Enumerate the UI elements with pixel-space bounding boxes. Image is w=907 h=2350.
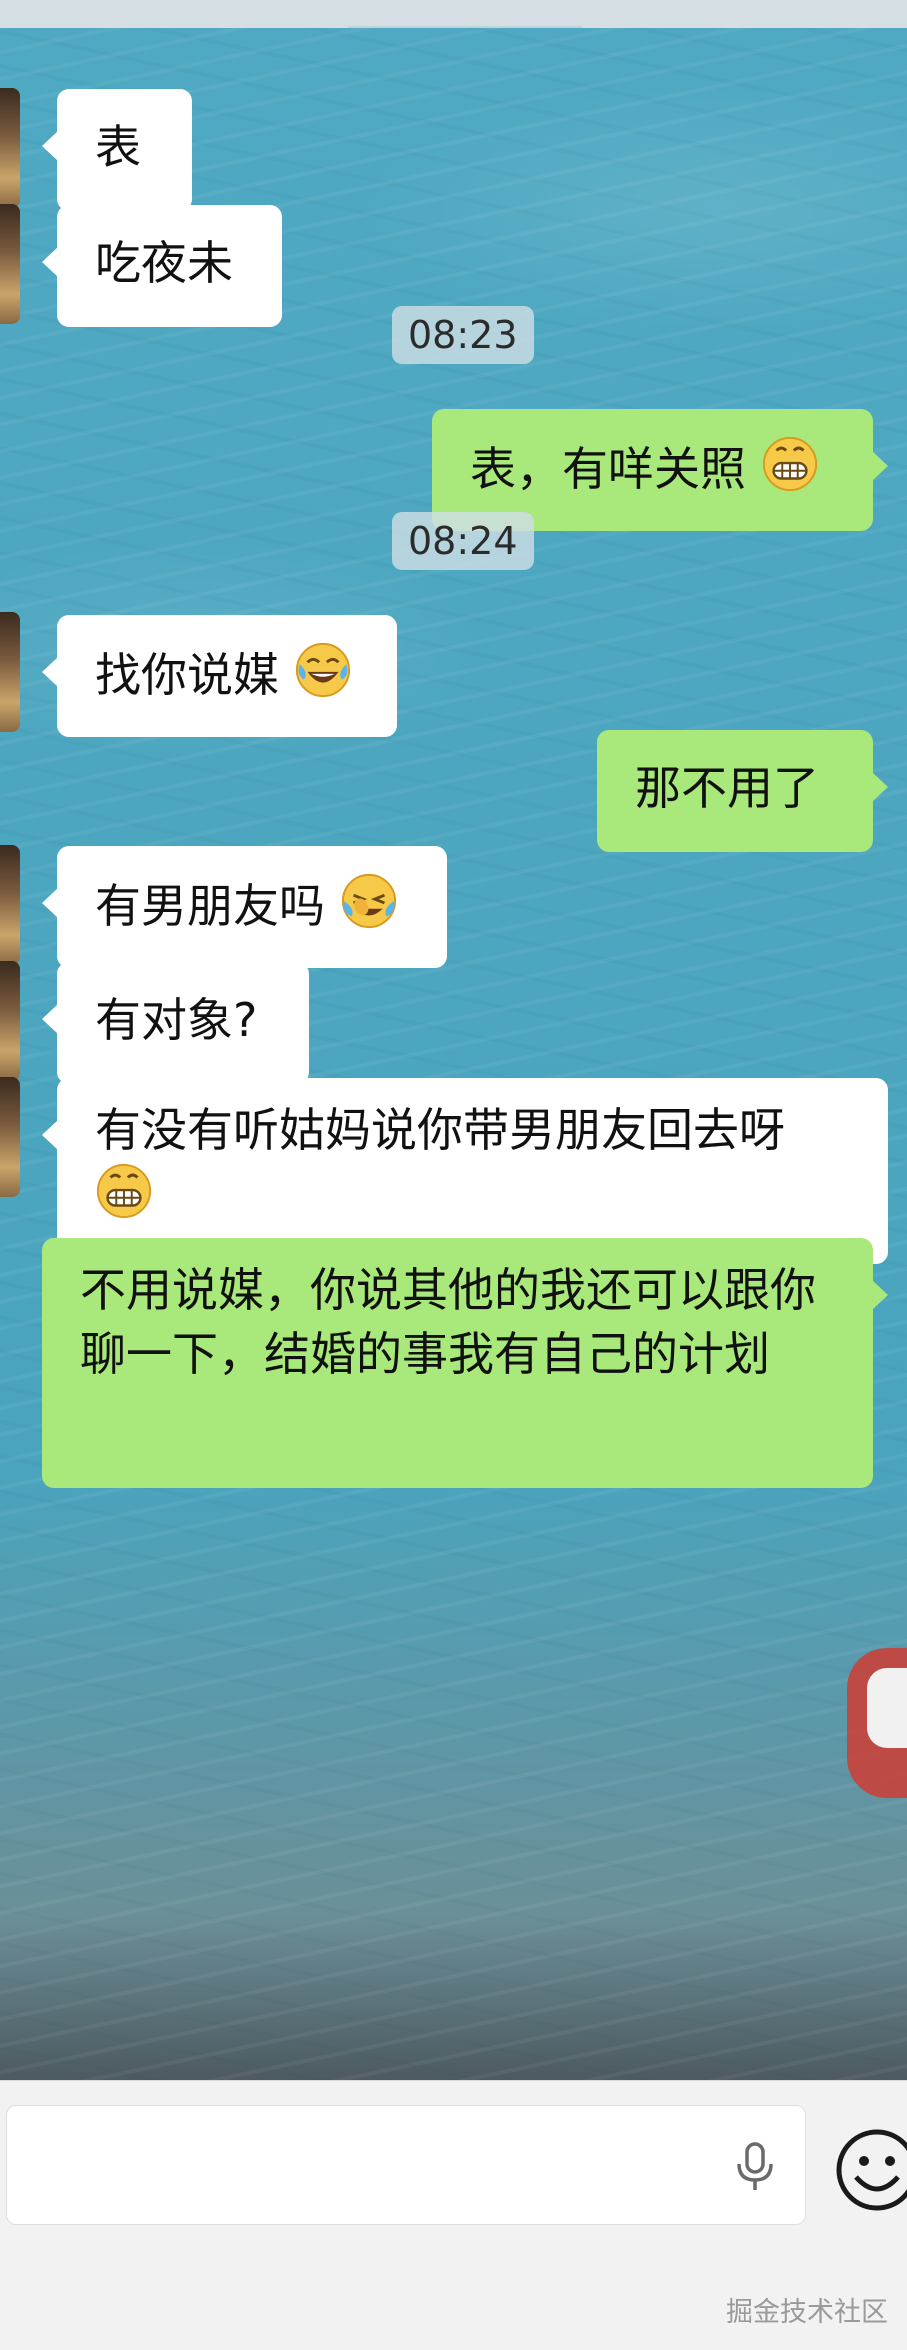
incoming-message[interactable]: 找你说媒 bbox=[42, 615, 397, 737]
timestamp-text: 08:23 bbox=[408, 313, 518, 357]
outgoing-message[interactable]: 那不用了 bbox=[597, 730, 888, 852]
grinning-face-icon bbox=[96, 1163, 152, 1219]
watermark: 掘金技术社区 bbox=[726, 2297, 888, 2328]
incoming-message[interactable]: 有男朋友吗 bbox=[42, 846, 447, 968]
message-text: 表 bbox=[95, 120, 141, 174]
message-text: 有对象? bbox=[95, 993, 258, 1047]
timestamp: 08:24 bbox=[392, 512, 534, 570]
chat-area[interactable]: 表 吃夜未 08:23 表，有咩关照 08:24 找你说媒 那不用了 有男朋友吗… bbox=[0, 28, 907, 2080]
timestamp-text: 08:24 bbox=[408, 519, 518, 563]
message-text: 有男朋友吗 bbox=[95, 879, 325, 933]
message-text: 吃夜未 bbox=[95, 236, 233, 290]
contact-avatar[interactable] bbox=[0, 88, 20, 208]
contact-avatar[interactable] bbox=[0, 1077, 20, 1197]
timestamp: 08:23 bbox=[392, 306, 534, 364]
message-text: 有没有听姑妈说你带男朋友回去呀 bbox=[95, 1103, 785, 1157]
mic-icon[interactable] bbox=[727, 2138, 783, 2194]
message-text: 不用说媒，你说其他的我还可以跟你聊一下，结婚的事我有自己的计划 bbox=[80, 1263, 816, 1381]
status-bar bbox=[0, 0, 907, 40]
outgoing-message[interactable]: 不用说媒，你说其他的我还可以跟你聊一下，结婚的事我有自己的计划 bbox=[42, 1238, 888, 1488]
incoming-message[interactable]: 有没有听姑妈说你带男朋友回去呀 bbox=[42, 1078, 888, 1264]
grinning-face-icon bbox=[762, 436, 817, 492]
wallpaper-decoration bbox=[867, 1668, 907, 1748]
incoming-message[interactable]: 吃夜未 bbox=[42, 205, 282, 327]
incoming-message[interactable]: 表 bbox=[42, 89, 192, 211]
message-input[interactable] bbox=[6, 2105, 806, 2225]
incoming-message[interactable]: 有对象? bbox=[42, 962, 309, 1084]
tears-of-joy-icon bbox=[295, 642, 350, 698]
contact-avatar[interactable] bbox=[0, 845, 20, 965]
message-text: 找你说媒 bbox=[95, 648, 279, 702]
message-text: 表，有咩关照 bbox=[470, 442, 746, 496]
contact-avatar[interactable] bbox=[0, 961, 20, 1081]
contact-avatar[interactable] bbox=[0, 204, 20, 324]
smile-icon[interactable] bbox=[832, 2125, 907, 2215]
contact-avatar[interactable] bbox=[0, 612, 20, 732]
message-text: 那不用了 bbox=[635, 761, 819, 815]
crying-laughing-icon bbox=[341, 873, 396, 929]
